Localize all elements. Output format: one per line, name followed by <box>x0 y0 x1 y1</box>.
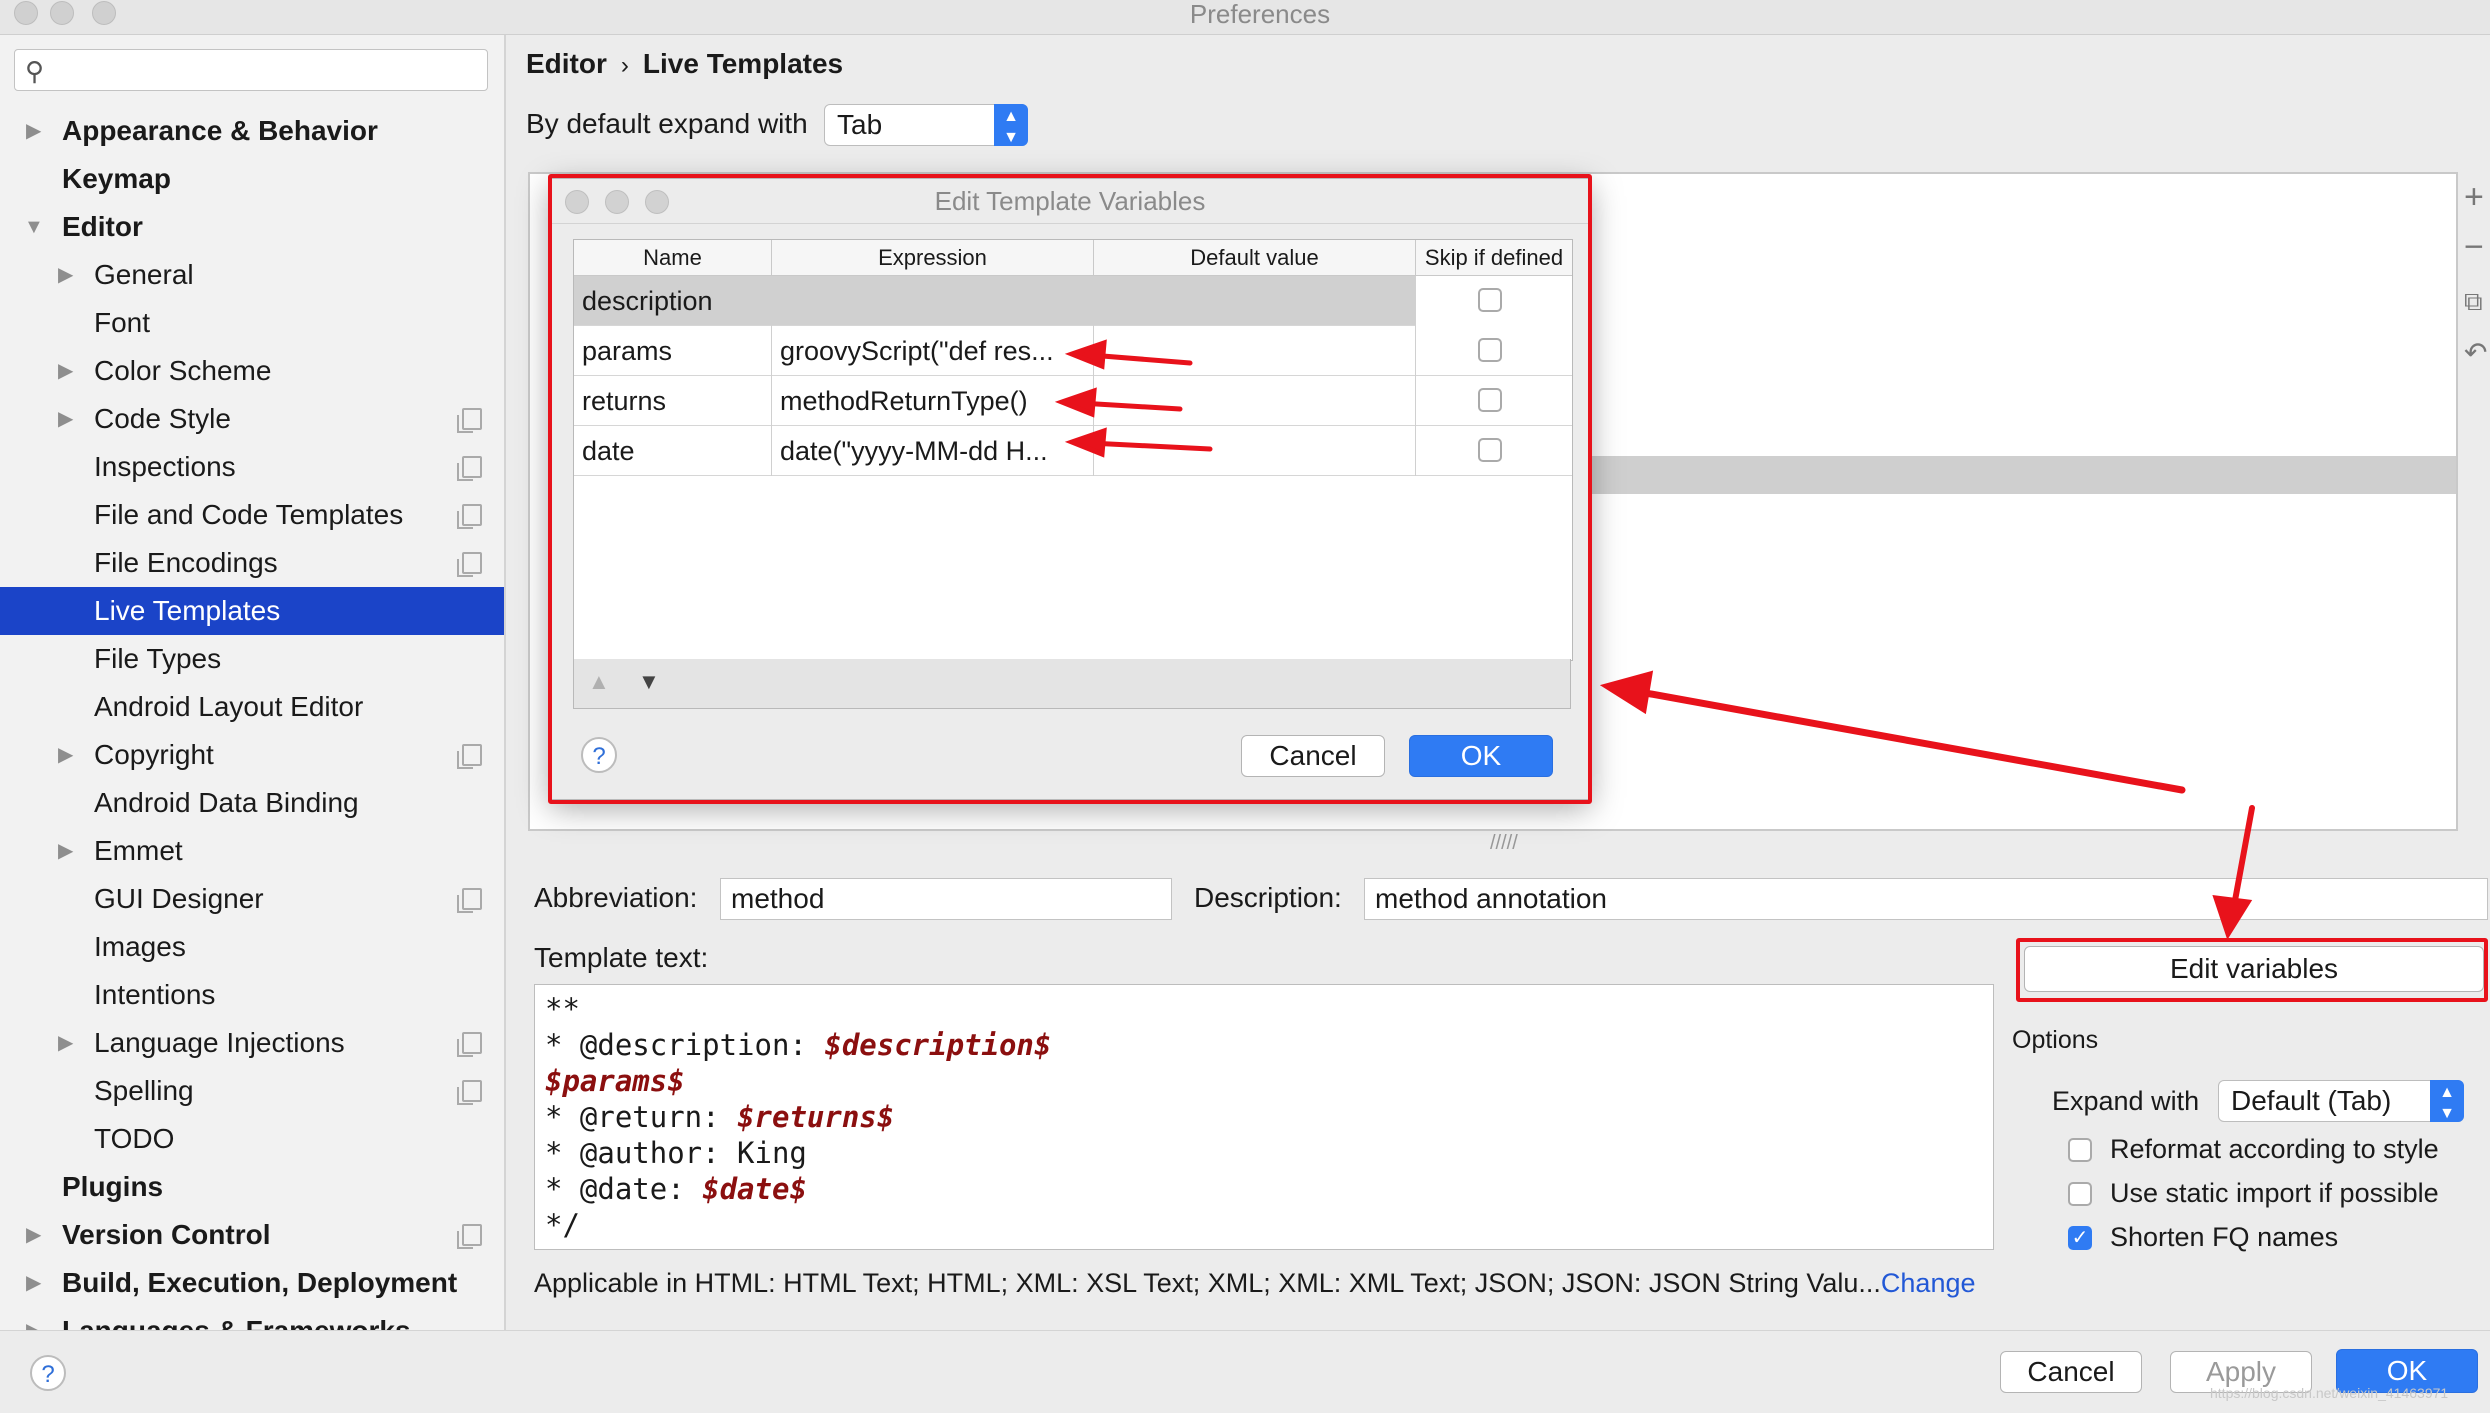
annotation-arrow-date <box>1087 440 1213 452</box>
annotation-arrowhead-to-dialog <box>1599 670 1654 715</box>
annotation-arrowhead-date <box>1064 427 1107 458</box>
annotation-arrowhead-to-button <box>2212 895 2253 940</box>
annotation-arrowhead-params <box>1064 339 1107 370</box>
annotation-arrowhead-returns <box>1054 387 1097 418</box>
annotation-arrow-to-button <box>2231 805 2255 909</box>
annotation-arrow-to-dialog <box>1636 688 2186 794</box>
annotation-arrows <box>1054 339 2255 940</box>
